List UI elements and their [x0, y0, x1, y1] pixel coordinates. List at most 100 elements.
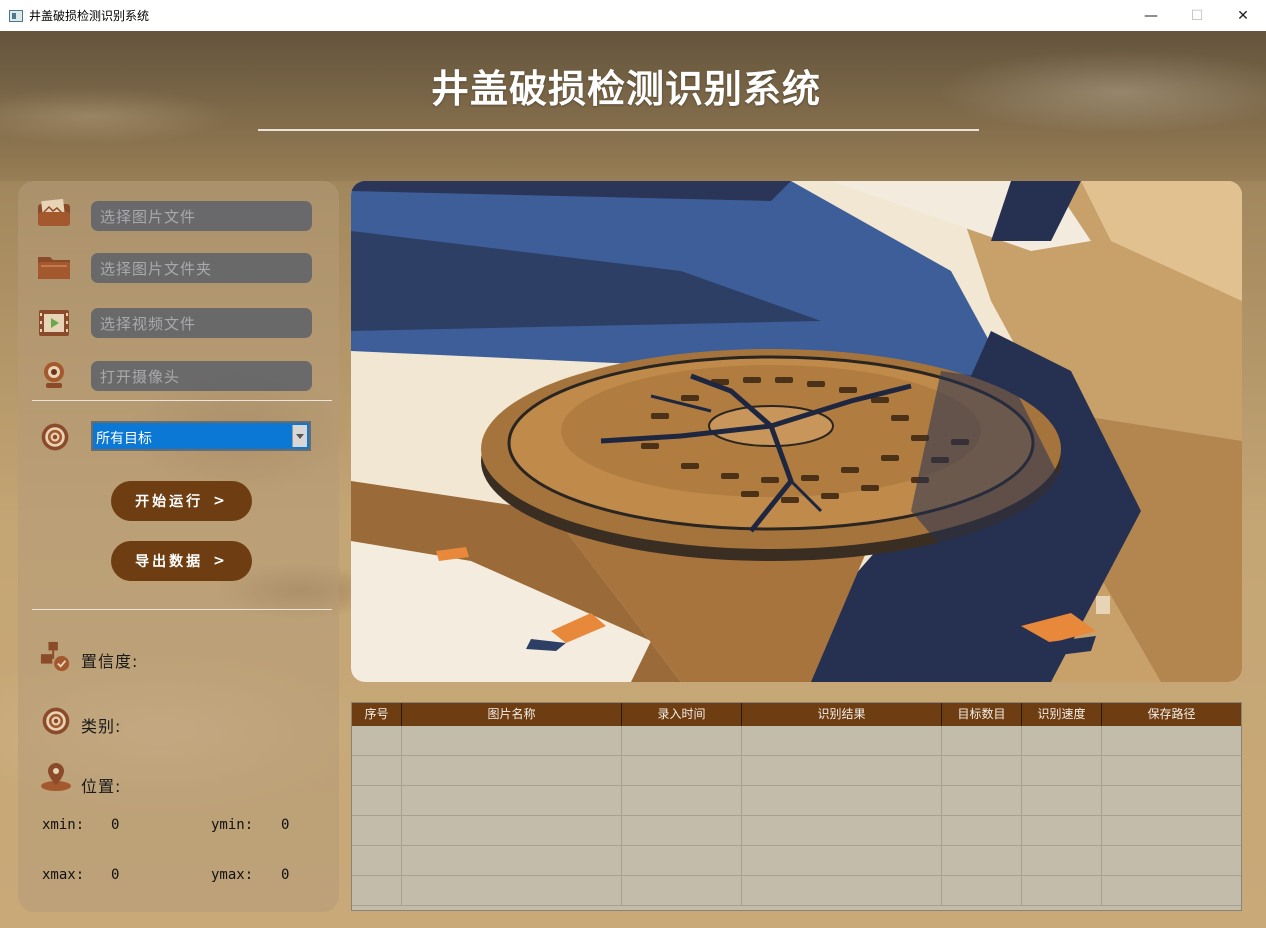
table-cell[interactable]	[1022, 876, 1102, 906]
column-header-result[interactable]: 识别结果	[742, 703, 942, 726]
xmax-value: 0	[111, 867, 120, 883]
table-cell[interactable]	[942, 816, 1022, 846]
column-header-speed[interactable]: 识别速度	[1022, 703, 1102, 726]
table-cell[interactable]	[742, 786, 942, 816]
ymin-label: ymin:	[211, 817, 254, 833]
page-title: 井盖破损检测识别系统	[430, 67, 821, 111]
chevron-down-icon[interactable]	[292, 425, 307, 447]
table-cell[interactable]	[1022, 756, 1102, 786]
table-body	[352, 726, 1241, 906]
column-header-save-path[interactable]: 保存路径	[1102, 703, 1241, 726]
table-cell[interactable]	[1102, 726, 1241, 756]
webcam-icon	[44, 362, 64, 388]
table-cell[interactable]	[622, 816, 742, 846]
xmax-label: xmax:	[42, 867, 85, 883]
table-cell[interactable]	[742, 876, 942, 906]
column-header-target-count[interactable]: 目标数目	[942, 703, 1022, 726]
table-cell[interactable]	[622, 876, 742, 906]
window-title: 井盖破损检测识别系统	[29, 9, 150, 23]
table-cell[interactable]	[352, 816, 402, 846]
confidence-icon	[40, 641, 70, 672]
table-cell[interactable]	[1102, 816, 1241, 846]
table-cell[interactable]	[352, 756, 402, 786]
table-cell[interactable]	[402, 846, 622, 876]
table-row[interactable]	[352, 726, 1241, 756]
position-label: 位置:	[81, 777, 122, 796]
table-cell[interactable]	[402, 816, 622, 846]
table-cell[interactable]	[942, 846, 1022, 876]
window-titlebar: 井盖破损检测识别系统 — ☐ ✕	[0, 0, 1266, 32]
class-icon	[42, 707, 70, 735]
table-cell[interactable]	[402, 756, 622, 786]
table-cell[interactable]	[622, 726, 742, 756]
target-filter-value: 所有目标	[96, 431, 152, 447]
table-cell[interactable]	[402, 876, 622, 906]
table-cell[interactable]	[742, 756, 942, 786]
select-image-folder-button[interactable]: 选择图片文件夹	[91, 253, 312, 283]
xmin-value: 0	[111, 817, 120, 833]
table-cell[interactable]	[1022, 846, 1102, 876]
table-cell[interactable]	[1102, 786, 1241, 816]
table-cell[interactable]	[1102, 876, 1241, 906]
table-cell[interactable]	[1022, 726, 1102, 756]
app-icon	[9, 9, 23, 22]
table-cell[interactable]	[742, 816, 942, 846]
ymax-label: ymax:	[211, 867, 254, 883]
image-folder-icon	[38, 198, 70, 226]
close-button[interactable]: ✕	[1220, 0, 1266, 31]
class-label: 类别:	[81, 717, 122, 736]
results-table[interactable]: 序号 图片名称 录入时间 识别结果 目标数目 识别速度 保存路径	[351, 702, 1242, 911]
table-cell[interactable]	[352, 786, 402, 816]
confidence-label: 置信度:	[81, 652, 139, 671]
table-cell[interactable]	[742, 846, 942, 876]
manhole-cover-illustration	[351, 181, 1242, 682]
chevron-right-icon: >	[213, 553, 228, 569]
table-cell[interactable]	[622, 786, 742, 816]
table-row[interactable]	[352, 846, 1241, 876]
table-cell[interactable]	[352, 846, 402, 876]
minimize-button[interactable]: —	[1128, 0, 1174, 31]
open-camera-button[interactable]: 打开摄像头	[91, 361, 312, 391]
panel-divider	[32, 400, 332, 401]
table-cell[interactable]	[352, 726, 402, 756]
title-divider	[258, 129, 979, 131]
table-cell[interactable]	[1102, 756, 1241, 786]
maximize-button[interactable]: ☐	[1174, 0, 1220, 31]
table-cell[interactable]	[1102, 846, 1241, 876]
table-header: 序号 图片名称 录入时间 识别结果 目标数目 识别速度 保存路径	[352, 703, 1241, 726]
table-cell[interactable]	[402, 786, 622, 816]
table-cell[interactable]	[622, 846, 742, 876]
start-run-label: 开始运行	[135, 494, 204, 510]
export-data-label: 导出数据	[135, 554, 204, 570]
table-cell[interactable]	[622, 756, 742, 786]
location-pin-icon	[41, 763, 71, 791]
table-cell[interactable]	[942, 756, 1022, 786]
ymax-value: 0	[281, 867, 290, 883]
table-cell[interactable]	[1022, 816, 1102, 846]
window-controls: — ☐ ✕	[1128, 0, 1266, 31]
video-file-icon	[39, 310, 69, 336]
table-row[interactable]	[352, 876, 1241, 906]
column-header-index[interactable]: 序号	[352, 703, 402, 726]
select-image-file-button[interactable]: 选择图片文件	[91, 201, 312, 231]
folder-icon	[38, 257, 70, 279]
table-cell[interactable]	[942, 876, 1022, 906]
table-cell[interactable]	[352, 876, 402, 906]
table-cell[interactable]	[942, 786, 1022, 816]
table-row[interactable]	[352, 756, 1241, 786]
export-data-button[interactable]: 导出数据 >	[111, 541, 252, 581]
start-run-button[interactable]: 开始运行 >	[111, 481, 252, 521]
target-filter-select[interactable]: 所有目标	[91, 421, 311, 451]
ymin-value: 0	[281, 817, 290, 833]
table-cell[interactable]	[1022, 786, 1102, 816]
column-header-image-name[interactable]: 图片名称	[402, 703, 622, 726]
select-video-file-button[interactable]: 选择视频文件	[91, 308, 312, 338]
table-row[interactable]	[352, 816, 1241, 846]
table-cell[interactable]	[742, 726, 942, 756]
xmin-label: xmin:	[42, 817, 85, 833]
table-cell[interactable]	[942, 726, 1022, 756]
table-cell[interactable]	[402, 726, 622, 756]
column-header-entry-time[interactable]: 录入时间	[622, 703, 742, 726]
table-row[interactable]	[352, 786, 1241, 816]
chevron-right-icon: >	[213, 493, 228, 509]
